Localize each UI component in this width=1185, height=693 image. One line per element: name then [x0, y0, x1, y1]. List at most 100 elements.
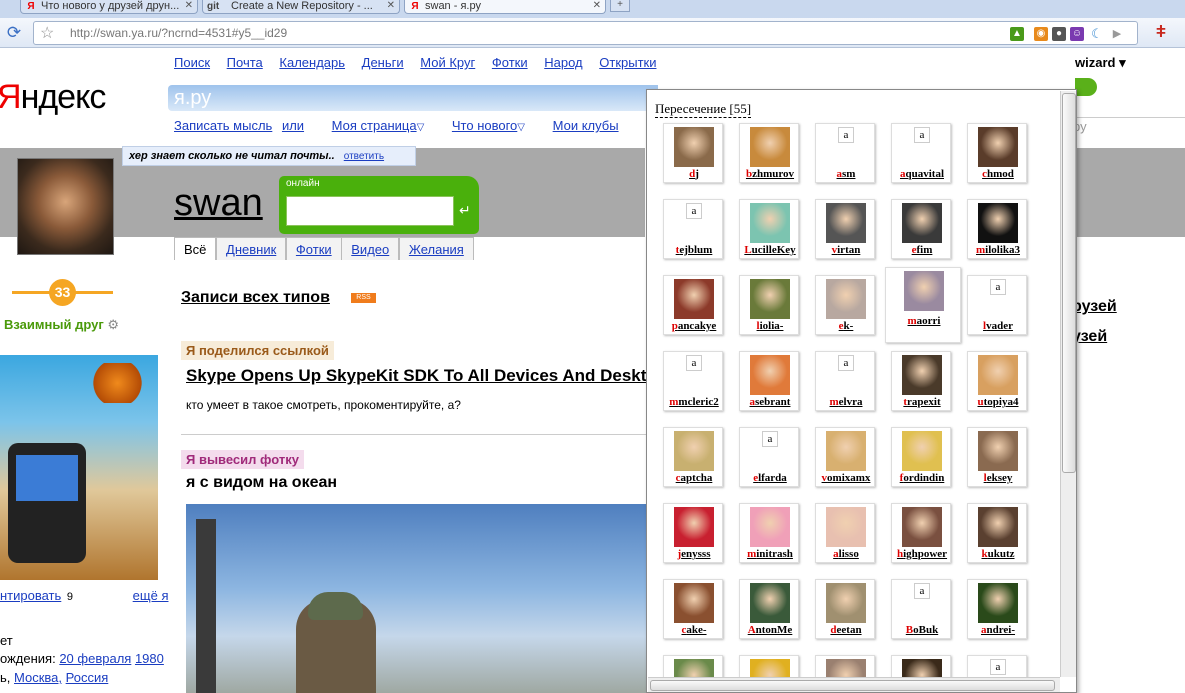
friend-name-link[interactable]: pancakye — [664, 320, 724, 332]
avatar[interactable] — [17, 158, 114, 255]
avatar-placeholder[interactable]: a — [762, 431, 778, 447]
avatar[interactable] — [902, 431, 942, 471]
whats-new-link[interactable]: Что нового — [452, 118, 517, 133]
avatar-placeholder[interactable]: a — [838, 355, 854, 371]
avatar[interactable] — [902, 355, 942, 395]
nav-mail[interactable]: Почта — [227, 55, 263, 70]
friend-card[interactable]: leksey — [967, 427, 1027, 487]
avatar[interactable] — [674, 583, 714, 623]
extension-icon[interactable]: ☾ — [1090, 27, 1104, 41]
tab-all[interactable]: Всё — [174, 237, 217, 260]
friend-card[interactable]: maorri — [885, 267, 961, 343]
friend-name-link[interactable]: captcha — [664, 472, 724, 484]
friend-card[interactable]: highpower — [891, 503, 951, 563]
bookmark-star-icon[interactable]: ☆ — [40, 23, 54, 43]
scroll-thumb[interactable] — [650, 680, 1055, 691]
post-photo[interactable] — [186, 504, 686, 693]
friend-card[interactable]: LucilleKey — [739, 199, 799, 259]
friend-name-link[interactable]: fordindin — [892, 472, 952, 484]
friend-name-link[interactable]: ek- — [816, 320, 876, 332]
browser-tab-1[interactable]: Я Что нового у друзей друн... ✕ — [20, 0, 198, 14]
user-menu[interactable]: wizard ▾ — [1075, 55, 1126, 71]
avatar[interactable] — [826, 583, 866, 623]
friend-name-link[interactable]: AntonMe — [740, 624, 800, 636]
friend-card[interactable]: vomixamx — [815, 427, 875, 487]
avatar-placeholder[interactable]: a — [990, 659, 1006, 675]
rss-feed-icon[interactable]: ◉ — [1034, 27, 1048, 41]
friend-name-link[interactable]: chmod — [968, 168, 1028, 180]
nav-postcards[interactable]: Открытки — [599, 55, 656, 70]
nav-money[interactable]: Деньги — [362, 55, 404, 70]
avatar[interactable] — [750, 127, 790, 167]
friend-name-link[interactable]: aquavital — [892, 168, 952, 180]
avatar[interactable] — [904, 271, 944, 311]
avatar-placeholder[interactable]: a — [990, 279, 1006, 295]
tab-photos[interactable]: Фотки — [285, 237, 342, 260]
gear-icon[interactable]: ⚙ — [107, 317, 119, 332]
friend-card[interactable]: jenysss — [663, 503, 723, 563]
friend-name-link[interactable]: vomixamx — [816, 472, 876, 484]
friend-name-link[interactable]: kukutz — [968, 548, 1028, 560]
comment-link[interactable]: нтировать — [0, 588, 61, 603]
extension-icon[interactable]: ● — [1052, 27, 1066, 41]
friend-card[interactable]: pancakye — [663, 275, 723, 335]
avatar[interactable] — [978, 127, 1018, 167]
close-icon[interactable]: ✕ — [185, 0, 193, 12]
friend-card[interactable]: virtan — [815, 199, 875, 259]
send-icon[interactable]: ↵ — [459, 202, 471, 219]
feed-title[interactable]: Записи всех типов — [181, 289, 330, 307]
avatar[interactable] — [978, 203, 1018, 243]
post-title[interactable]: я с видом на океан — [186, 474, 337, 492]
friend-card[interactable]: alisso — [815, 503, 875, 563]
friend-name-link[interactable]: bzhmurov — [740, 168, 800, 180]
friend-card[interactable]: a melvra — [815, 351, 875, 411]
friend-card[interactable]: dj — [663, 123, 723, 183]
my-page-link[interactable]: Моя страница — [332, 118, 417, 133]
yandex-logo[interactable]: Яндекс — [0, 78, 106, 117]
friend-name-link[interactable]: minitrash — [740, 548, 800, 560]
friend-name-link[interactable]: jenysss — [664, 548, 724, 560]
friend-name-link[interactable]: lvader — [968, 320, 1028, 332]
triangle-down-icon[interactable]: ▽ — [417, 122, 425, 133]
friend-name-link[interactable]: highpower — [892, 548, 952, 560]
avatar[interactable] — [674, 279, 714, 319]
horizontal-scrollbar[interactable] — [648, 677, 1060, 692]
friend-card[interactable]: a lvader — [967, 275, 1027, 335]
friend-card[interactable]: a tejblum — [663, 199, 723, 259]
friend-card[interactable]: cake- — [663, 579, 723, 639]
nav-moikrug[interactable]: Мой Круг — [420, 55, 475, 70]
close-icon[interactable]: ✕ — [593, 0, 601, 12]
friend-name-link[interactable]: elfarda — [740, 472, 800, 484]
friend-card[interactable]: fordindin — [891, 427, 951, 487]
vertical-scrollbar[interactable] — [1060, 91, 1076, 677]
avatar[interactable] — [978, 507, 1018, 547]
avatar[interactable] — [750, 203, 790, 243]
friend-card[interactable]: utopiya4 — [967, 351, 1027, 411]
avatar[interactable] — [674, 431, 714, 471]
avatar[interactable] — [826, 279, 866, 319]
friend-name-link[interactable]: mmcleric2 — [664, 396, 724, 408]
scroll-thumb[interactable] — [1062, 93, 1076, 473]
avatar[interactable] — [826, 203, 866, 243]
avatar[interactable] — [978, 583, 1018, 623]
friend-name-link[interactable]: milolika3 — [968, 244, 1028, 256]
friend-card[interactable]: minitrash — [739, 503, 799, 563]
more-link[interactable]: ещё я — [133, 588, 169, 603]
friend-card[interactable]: andrei- — [967, 579, 1027, 639]
avatar[interactable] — [750, 279, 790, 319]
friend-name-link[interactable]: LucilleKey — [740, 244, 800, 256]
write-thought-link[interactable]: Записать мысль — [174, 118, 272, 133]
chat-input[interactable] — [286, 196, 454, 226]
city-link[interactable]: Москва, — [14, 670, 62, 685]
username[interactable]: swan — [174, 182, 263, 225]
friend-card[interactable]: a mmcleric2 — [663, 351, 723, 411]
friend-card[interactable]: a asm — [815, 123, 875, 183]
my-clubs-link[interactable]: Мои клубы — [553, 118, 619, 133]
friend-card[interactable]: ek- — [815, 275, 875, 335]
avatar[interactable] — [750, 355, 790, 395]
avatar-placeholder[interactable]: a — [686, 355, 702, 371]
friend-name-link[interactable]: andrei- — [968, 624, 1028, 636]
friend-name-link[interactable]: alisso — [816, 548, 876, 560]
yaru-logo[interactable]: я.ру — [174, 87, 211, 110]
friend-name-link[interactable]: trapexit — [892, 396, 952, 408]
